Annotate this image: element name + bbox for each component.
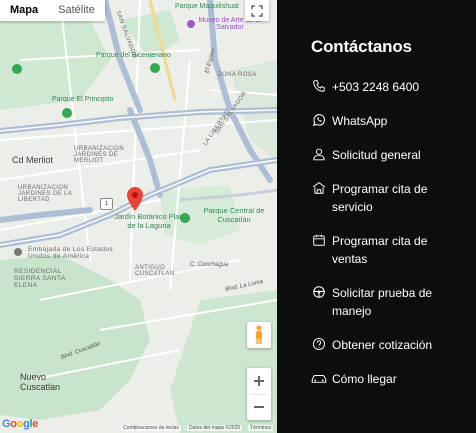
map-type-satellite-button[interactable]: Satélite	[48, 0, 105, 21]
fullscreen-icon	[251, 4, 263, 17]
contact-item-label: Obtener cotización	[332, 338, 433, 352]
minus-icon	[254, 406, 264, 409]
contact-item-label: Programar cita de ventas	[332, 234, 428, 266]
phone-icon	[311, 78, 327, 94]
zoom-in-button[interactable]	[247, 368, 271, 394]
map-label-zona-rosa: ZONA ROSA	[218, 72, 257, 78]
contact-item-label: +503 2248 6400	[332, 80, 420, 94]
map-label-nuevo-cuscatlan: Nuevo Cuscatlan	[20, 372, 61, 392]
contact-sales-appointment-link[interactable]: Programar cita de ventas	[311, 232, 462, 268]
route-badge: 1	[100, 198, 113, 210]
contact-service-appointment-link[interactable]: Programar cita de servicio	[311, 180, 462, 216]
service-icon	[311, 180, 327, 196]
map-label-urb-jardines-libertad: URBANIZACION JARDINES DE LA LIBERTAD	[18, 185, 72, 203]
fullscreen-button[interactable]	[245, 0, 269, 21]
contact-item-label: Solicitar prueba de manejo	[332, 286, 433, 318]
pegman-icon	[256, 325, 262, 344]
map-type-map-button[interactable]: Mapa	[0, 0, 48, 21]
map-label-parque-principito: Parque El Principito	[52, 96, 114, 103]
contact-item-label: Solicitud general	[332, 148, 421, 162]
contact-directions-link[interactable]: Cómo llegar	[311, 370, 397, 388]
zoom-control	[247, 368, 271, 420]
plus-icon	[254, 375, 264, 386]
contact-panel: Contáctanos +503 2248 6400 WhatsApp Soli…	[277, 0, 476, 433]
contact-phone-link[interactable]: +503 2248 6400	[311, 78, 419, 96]
park-icon	[62, 108, 72, 118]
map-label-parque-cuscatlan: Parque Central de Cuscatlán	[203, 206, 265, 224]
embassy-icon	[14, 248, 22, 256]
contact-item-label: Cómo llegar	[332, 372, 397, 386]
user-icon	[311, 146, 327, 162]
contact-title: Contáctanos	[311, 37, 412, 56]
map-label-residencial-sierra: RESIDENCIAL SIERRA SANTA ELENA	[14, 268, 66, 289]
map-label-calle-conchagua: C. Conchagua	[190, 262, 229, 268]
map-label-jardin-botanico: Jardín Botánico Plan de la Laguna	[114, 212, 184, 230]
park-icon	[150, 63, 160, 73]
map-type-control: Mapa Satélite	[0, 0, 105, 21]
map-label-embajada: Embajada de Los Estados Unidos de Améric…	[28, 246, 114, 260]
calendar-icon	[311, 232, 327, 248]
keyboard-shortcuts-link[interactable]: Combinaciones de teclas	[121, 425, 181, 431]
park-icon	[12, 64, 22, 74]
map[interactable]: Mapa Satélite Parque Maquilishuat Museo …	[0, 0, 277, 433]
map-label-antiguo-cuscatlan: ANTIGUO CUSCATLAN	[135, 265, 175, 277]
zoom-out-button[interactable]	[247, 395, 271, 421]
google-logo[interactable]: Google	[2, 418, 38, 430]
question-icon	[311, 336, 327, 352]
map-label-parque-maquilishuat: Parque Maquilishuat	[175, 3, 239, 10]
map-label-urb-jardines-merliot: URBANIZACION JARDINES DE MERLIOT	[74, 146, 125, 164]
whatsapp-icon	[311, 112, 327, 128]
contact-whatsapp-link[interactable]: WhatsApp	[311, 112, 387, 130]
map-attribution: Combinaciones de teclas Datos del mapa ©…	[0, 423, 277, 433]
contact-item-label: Programar cita de servicio	[332, 182, 428, 214]
contact-item-label: WhatsApp	[332, 114, 388, 128]
park-icon	[180, 213, 190, 223]
map-data-text: Datos del mapa ©2025	[186, 425, 243, 431]
terms-link[interactable]: Términos	[248, 425, 273, 431]
contact-test-drive-link[interactable]: Solicitar prueba de manejo	[311, 284, 462, 320]
contact-quote-link[interactable]: Obtener cotización	[311, 336, 432, 354]
map-label-cd-merliot: Cd Merliot	[12, 155, 54, 165]
museum-icon	[187, 20, 195, 28]
contact-general-request-link[interactable]: Solicitud general	[311, 146, 421, 164]
car-icon	[311, 370, 327, 386]
street-view-button[interactable]	[247, 322, 271, 348]
steering-wheel-icon	[311, 284, 327, 300]
